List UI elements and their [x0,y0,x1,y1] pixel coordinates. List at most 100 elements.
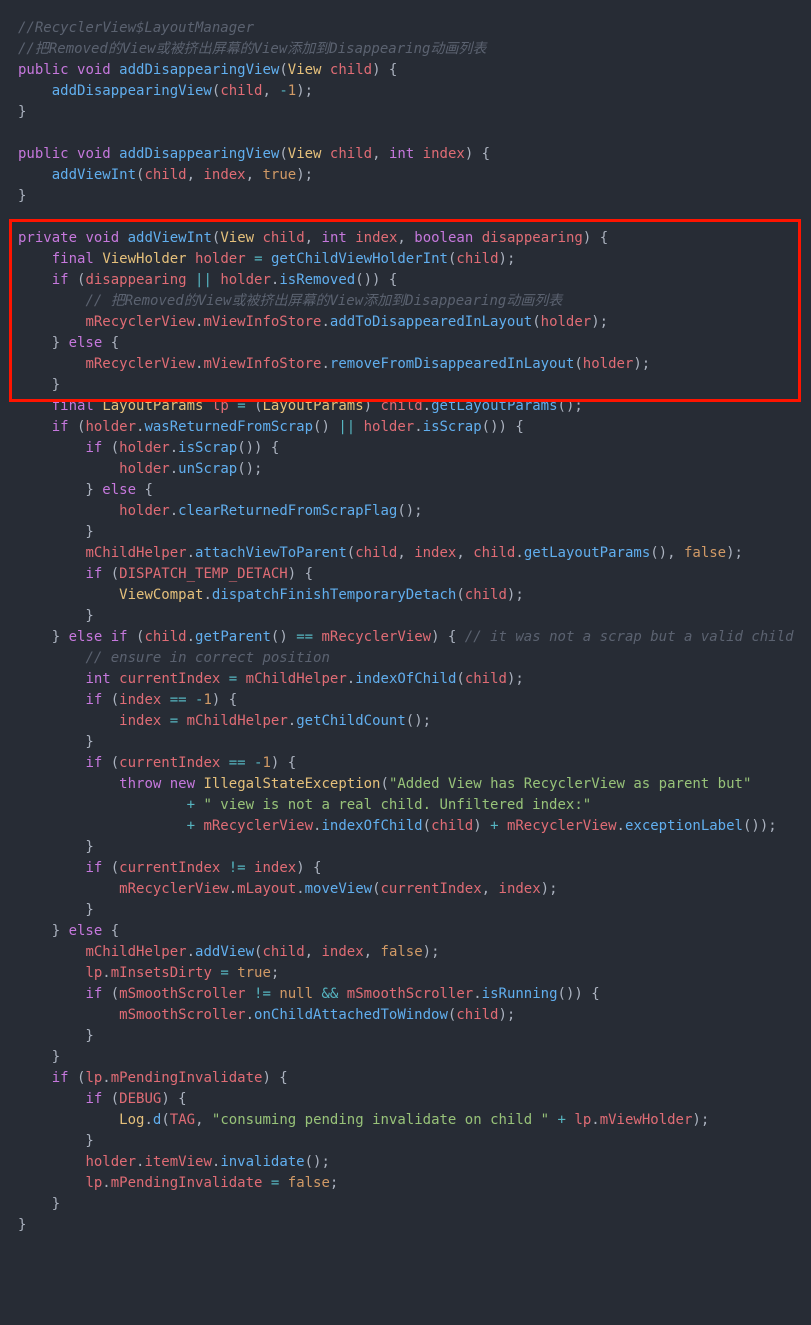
param: child [465,671,507,687]
param: disappearing [85,272,186,288]
const: null [279,986,313,1002]
kw: if [85,440,102,456]
var: holder [541,314,592,330]
op: != [229,860,246,876]
kw: if [85,566,102,582]
fn: getLayoutParams [431,398,557,414]
var: mChildHelper [85,944,186,960]
kw: new [170,776,195,792]
fn: addDisappearingView [52,83,212,99]
fn: addToDisappearedInLayout [330,314,532,330]
var: holder [364,419,415,435]
param: child [263,230,305,246]
param: child [456,1007,498,1023]
var: lp [85,1175,102,1191]
param: child [465,587,507,603]
op: + [187,818,195,834]
kw: int [85,671,110,687]
var: currentIndex [119,755,220,771]
kw: void [85,230,119,246]
var: itemView [144,1154,211,1170]
fn: isRunning [482,986,558,1002]
param: child [144,629,186,645]
param: child [381,398,423,414]
var: DISPATCH_TEMP_DETACH [119,566,288,582]
param: index [119,713,161,729]
fn: addView [195,944,254,960]
param: index [355,230,397,246]
fn: wasReturnedFromScrap [144,419,313,435]
fn: addViewInt [128,230,212,246]
param: child [431,818,473,834]
kw: void [77,146,111,162]
type: View [288,62,322,78]
fn: addDisappearingView [119,62,279,78]
comment-line: // it was not a scrap but a valid child [465,629,794,645]
fn: clearReturnedFromScrapFlag [178,503,397,519]
fn: onChildAttachedToWindow [254,1007,448,1023]
const: false [684,545,726,561]
comment-line: //把Removed的View或被挤出屏幕的View添加到Disappearin… [18,41,486,57]
var: DEBUG [119,1091,161,1107]
var: mSmoothScroller [347,986,473,1002]
const: false [381,944,423,960]
comment-line: // ensure in correct position [85,650,329,666]
fn: removeFromDisappearedInLayout [330,356,574,372]
fn: invalidate [220,1154,304,1170]
var: mPendingInvalidate [111,1070,263,1086]
op: == [170,692,187,708]
var: mViewInfoStore [203,314,321,330]
var: holder [85,419,136,435]
kw: else [69,335,103,351]
var: mSmoothScroller [119,986,245,1002]
var: mLayout [237,881,296,897]
num: 1 [203,692,211,708]
kw: if [52,1070,69,1086]
param: child [330,146,372,162]
var: mChildHelper [85,545,186,561]
var: lp [212,398,229,414]
var: holder [195,251,246,267]
fn: getChildCount [296,713,406,729]
param: index [423,146,465,162]
var: mPendingInvalidate [111,1175,263,1191]
fn: getParent [195,629,271,645]
kw: if [85,860,102,876]
num: 1 [262,755,270,771]
var: mRecyclerView [85,356,195,372]
var: mChildHelper [187,713,288,729]
kw: throw [119,776,161,792]
const: true [262,167,296,183]
var: mSmoothScroller [119,1007,245,1023]
param: disappearing [482,230,583,246]
fn: moveView [305,881,372,897]
kw: final [52,398,94,414]
var: currentIndex [119,671,220,687]
kw: public [18,62,69,78]
kw: int [322,230,347,246]
var: TAG [170,1112,195,1128]
fn: indexOfChild [355,671,456,687]
kw: else [69,629,103,645]
kw: if [85,692,102,708]
param: index [119,692,161,708]
param: child [144,167,186,183]
str: "consuming pending invalidate on child " [212,1112,549,1128]
type: View [220,230,254,246]
fn: getChildViewHolderInt [271,251,448,267]
kw: else [69,923,103,939]
op: || [338,419,355,435]
kw: void [77,62,111,78]
type: View [288,146,322,162]
var: currentIndex [381,881,482,897]
type: LayoutParams [102,398,203,414]
const: true [237,965,271,981]
type: ViewHolder [102,251,186,267]
const: false [288,1175,330,1191]
fn: getLayoutParams [524,545,650,561]
kw: private [18,230,77,246]
kw: int [389,146,414,162]
op: + [490,818,498,834]
str: " view is not a real child. Unfiltered i… [203,797,591,813]
kw: else [102,482,136,498]
